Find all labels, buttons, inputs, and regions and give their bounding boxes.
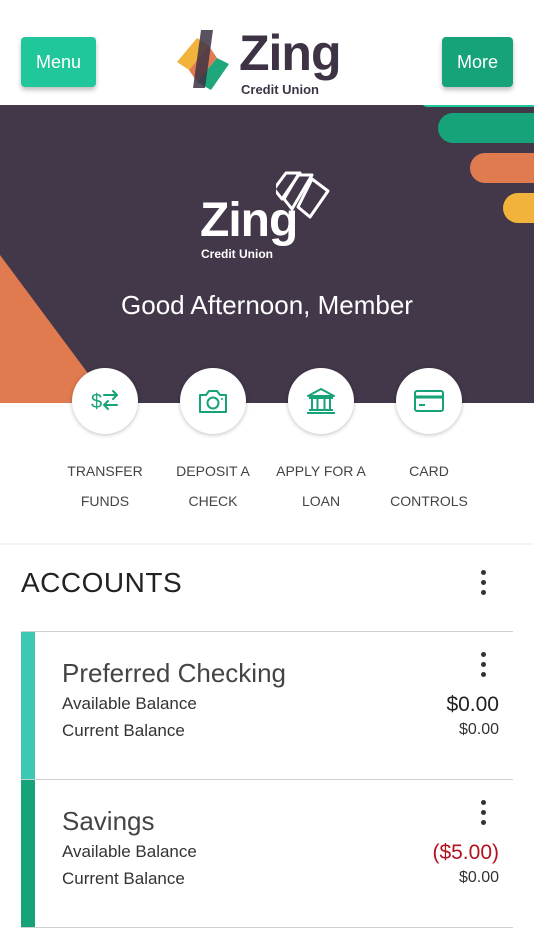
hero-logo: Zing Credit Union [200, 171, 340, 263]
divider [21, 927, 513, 928]
decor-stripe-teal [438, 113, 534, 143]
decor-stripe-top [420, 105, 534, 107]
account-options-icon[interactable] [473, 797, 493, 831]
zing-mark-icon [177, 30, 229, 90]
bank-icon-circle [288, 368, 354, 434]
card-controls-action[interactable]: CARD CONTROLS [375, 368, 483, 516]
transfer-icon: $ [91, 390, 118, 413]
transfer-label-1: TRANSFER [67, 463, 143, 479]
menu-button[interactable]: Menu [21, 37, 96, 87]
account-card-savings[interactable]: Savings Available Balance Current Balanc… [21, 780, 513, 927]
accounts-section: ACCOUNTS Preferred Checking Available Ba… [0, 545, 534, 950]
account-name: Savings [62, 806, 155, 836]
logo-wordmark: Zing [239, 25, 342, 81]
card-label-1: CARD [409, 463, 449, 479]
transfer-funds-action[interactable]: $ TRANSFER FUNDS [51, 368, 159, 516]
logo-subtitle: Credit Union [241, 82, 319, 97]
decor-stripe-orange [470, 153, 534, 183]
deposit-label-2: CHECK [188, 493, 238, 509]
card-icon [414, 390, 444, 412]
apply-loan-action[interactable]: APPLY FOR A LOAN [267, 368, 375, 516]
hero-logo-wordmark: Zing [200, 194, 298, 247]
available-balance-value: ($5.00) [432, 841, 499, 864]
top-header: Menu Zing Credit Union More [0, 0, 534, 105]
deposit-label-1: DEPOSIT A [176, 463, 250, 479]
hero-logo-subtitle: Credit Union [201, 247, 273, 261]
camera-icon [199, 390, 227, 413]
loan-label-1: APPLY FOR A [276, 463, 366, 479]
current-balance-value: $0.00 [458, 869, 499, 886]
accounts-title: ACCOUNTS [21, 567, 183, 598]
current-balance-label: Current Balance [62, 869, 185, 888]
transfer-label-2: FUNDS [80, 493, 130, 509]
available-balance-label: Available Balance [62, 694, 197, 713]
account-accent-bar [21, 780, 35, 927]
greeting-text: Good Afternoon, Member [121, 290, 413, 320]
decor-stripe-yellow [503, 193, 534, 223]
current-balance-label: Current Balance [62, 721, 185, 740]
account-card-checking[interactable]: Preferred Checking Available Balance Cur… [21, 632, 513, 779]
account-name: Preferred Checking [62, 658, 286, 688]
available-balance-value: $0.00 [446, 693, 499, 716]
transfer-icon-circle: $ [72, 368, 138, 434]
bank-icon [307, 388, 335, 414]
account-accent-bar [21, 632, 35, 779]
card-label-2: CONTROLS [390, 493, 468, 509]
available-balance-label: Available Balance [62, 842, 197, 861]
camera-icon-circle [180, 368, 246, 434]
deposit-check-action[interactable]: DEPOSIT A CHECK [159, 368, 267, 516]
svg-text:$: $ [91, 391, 102, 413]
app-screen: Menu Zing Credit Union More Zing Credit … [0, 0, 534, 950]
zing-logo: Zing Credit Union [175, 25, 350, 98]
accounts-options-icon[interactable] [473, 567, 493, 601]
more-button[interactable]: More [442, 37, 513, 87]
quick-actions: $ TRANSFER FUNDS DEPOSIT A CHECK APPLY F… [0, 368, 534, 543]
account-options-icon[interactable] [473, 649, 493, 683]
loan-label-2: LOAN [301, 493, 341, 509]
current-balance-value: $0.00 [458, 721, 499, 738]
hero-banner: Zing Credit Union Good Afternoon, Member [0, 105, 534, 403]
card-icon-circle [396, 368, 462, 434]
